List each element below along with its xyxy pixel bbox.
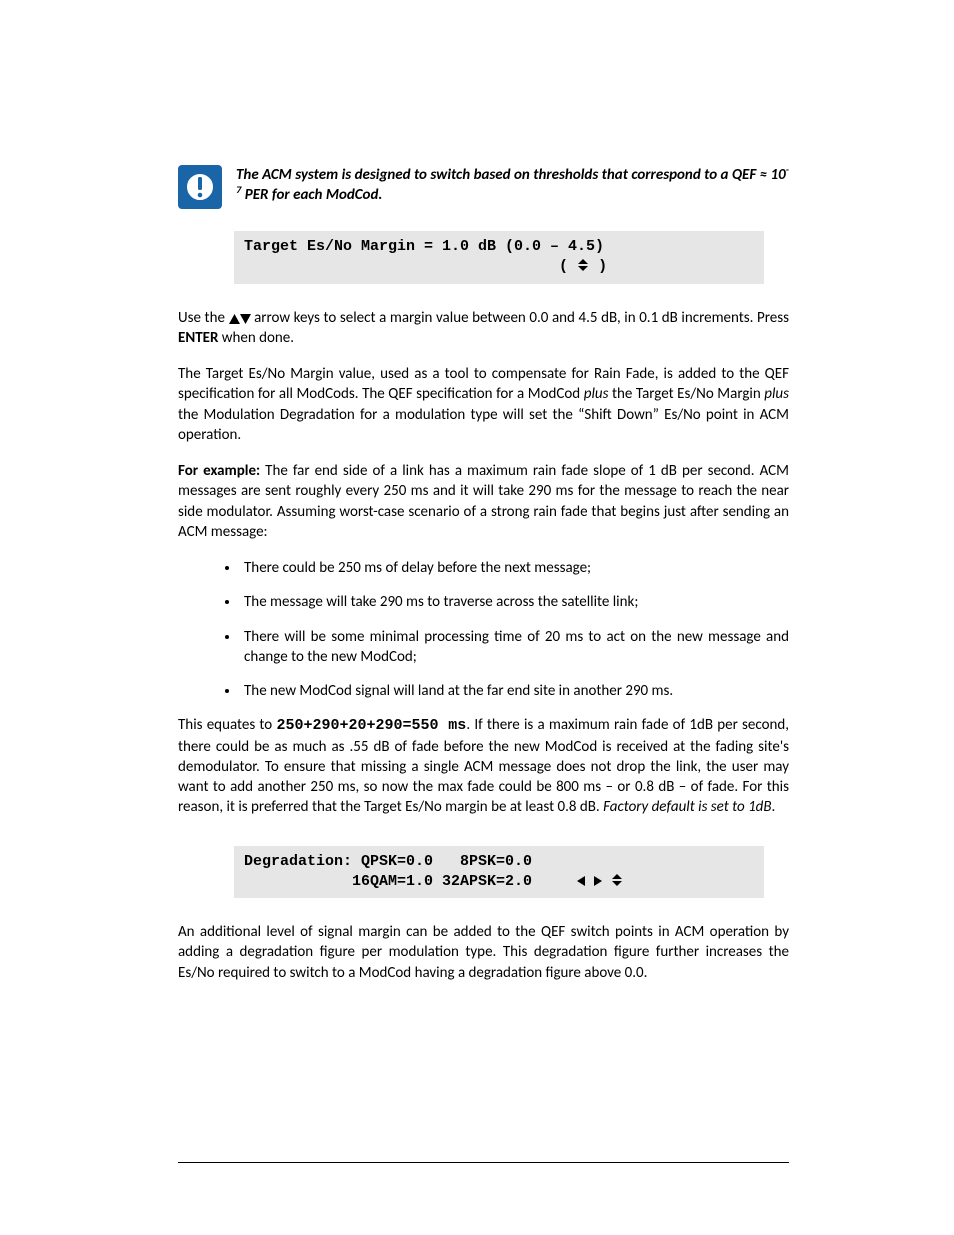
note-line2-prefix: QEF ≈ 10: [732, 166, 786, 184]
lcd-target-esno: Target Es/No Margin = 1.0 dB (0.0 – 4.5)…: [234, 231, 764, 284]
list-item: The new ModCod signal will land at the f…: [240, 681, 789, 701]
note-line1: The ACM system is designed to switch bas…: [236, 166, 728, 184]
p2c: the Modulation Degradation for a modulat…: [178, 406, 789, 444]
paragraph-degradation: An additional level of signal margin can…: [178, 922, 789, 983]
p4a: This equates to: [178, 716, 276, 734]
lcd1-line2-close: ): [589, 258, 607, 275]
p1-after: arrow keys to select a margin value betw…: [251, 309, 790, 327]
example-bullets: There could be 250 ms of delay before th…: [178, 558, 789, 701]
p3-lead: For example:: [178, 462, 260, 480]
info-icon: [178, 165, 222, 209]
lcd2-line1: Degradation: QPSK=0.0 8PSK=0.0: [244, 853, 532, 870]
paragraph-use-arrows: Use the arrow keys to select a margin va…: [178, 308, 789, 349]
paragraph-equates: This equates to 250+290+20+290=550 ms. I…: [178, 715, 789, 817]
list-item: There could be 250 ms of delay before th…: [240, 558, 789, 578]
down-arrow-icon: [240, 314, 251, 324]
document-page: The ACM system is designed to switch bas…: [0, 0, 954, 1235]
p1-enter: ENTER: [178, 329, 218, 347]
updown-icon: [577, 259, 589, 271]
up-arrow-icon: [229, 314, 240, 324]
p4-calc: 250+290+20+290=550 ms: [276, 717, 466, 734]
lcd2-line2: 16QAM=1.0 32APSK=2.0: [244, 873, 577, 890]
right-arrow-icon: [594, 876, 602, 886]
p3-body: The far end side of a link has a maximum…: [178, 462, 789, 541]
list-item: The message will take 290 ms to traverse…: [240, 592, 789, 612]
updown-icon: [611, 874, 623, 886]
info-note-text: The ACM system is designed to switch bas…: [236, 165, 789, 206]
p1-tail: when done.: [218, 329, 294, 347]
p1-before: Use the: [178, 309, 229, 327]
footer-rule: [178, 1162, 789, 1163]
list-item: There will be some minimal processing ti…: [240, 627, 789, 668]
paragraph-example: For example: The far end side of a link …: [178, 461, 789, 542]
lcd-degradation: Degradation: QPSK=0.0 8PSK=0.0 16QAM=1.0…: [234, 846, 764, 899]
info-note: The ACM system is designed to switch bas…: [178, 165, 789, 209]
up-down-arrows-inline: [229, 309, 251, 327]
lcd1-line2-pad: (: [244, 258, 577, 275]
lcd1-line1: Target Es/No Margin = 1.0 dB (0.0 – 4.5): [244, 238, 604, 255]
p2-plus2: plus: [764, 385, 789, 403]
p4-ital: Factory default is set to 1dB: [603, 798, 771, 816]
note-line2-suffix: PER for each ModCod.: [241, 186, 382, 204]
paragraph-target-explain: The Target Es/No Margin value, used as a…: [178, 364, 789, 445]
p4c: .: [772, 798, 776, 816]
p2b: the Target Es/No Margin: [608, 385, 764, 403]
p2-plus1: plus: [584, 385, 609, 403]
left-arrow-icon: [577, 876, 585, 886]
